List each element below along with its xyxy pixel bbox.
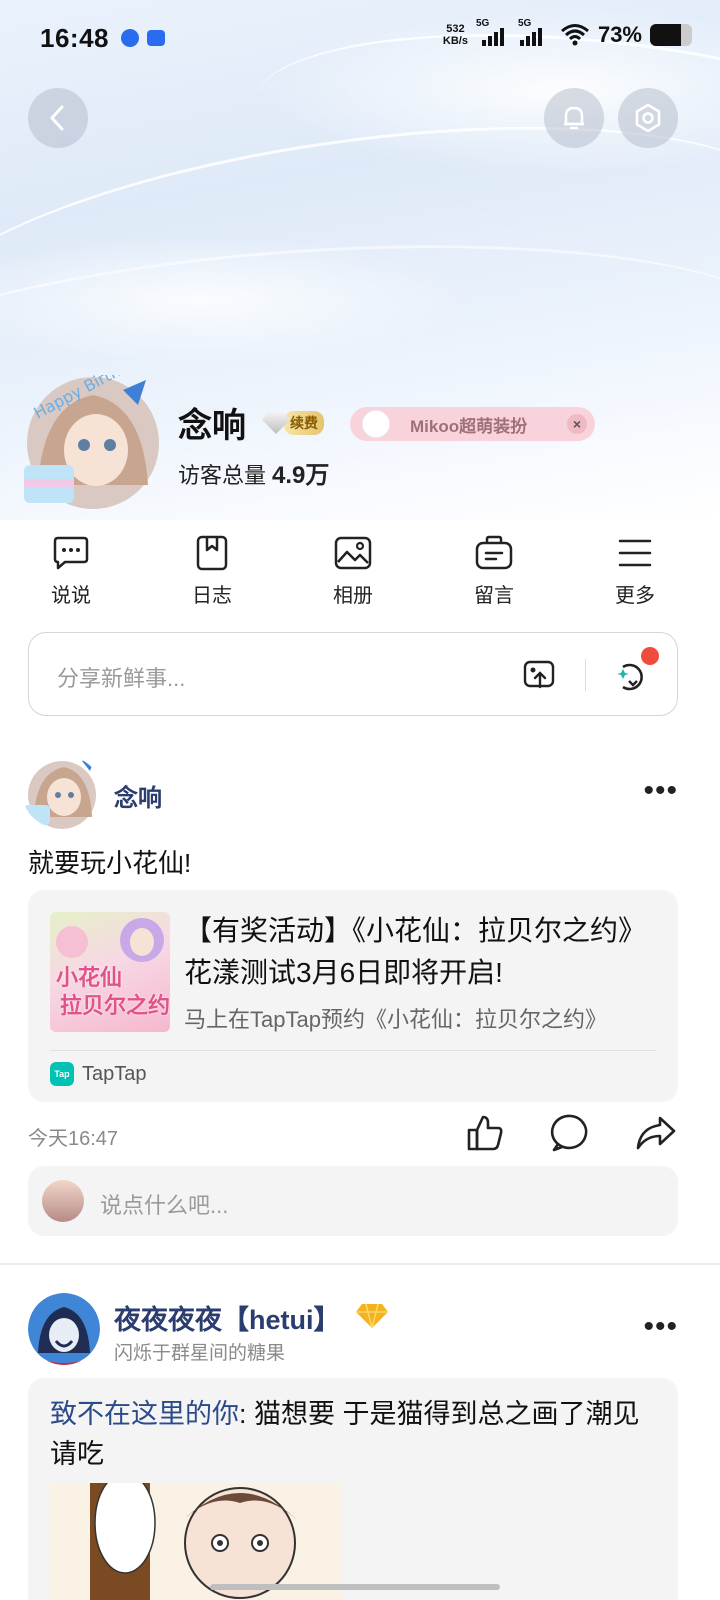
menu-icon xyxy=(618,539,652,567)
message-box-icon xyxy=(475,535,513,570)
gear-icon xyxy=(635,103,661,133)
nav-item-blog[interactable]: 日志 xyxy=(162,535,262,608)
status-bar: 16:48 532 KB/s 5G 5G 73% xyxy=(0,0,720,76)
notification-dot xyxy=(641,647,659,665)
vip-renew-label: 续费 xyxy=(284,411,324,435)
network-speed: 532 KB/s xyxy=(442,23,468,47)
share-icon[interactable] xyxy=(634,1112,678,1154)
composer-placeholder[interactable]: 分享新鲜事... xyxy=(57,661,185,693)
close-icon[interactable]: × xyxy=(567,414,587,434)
divider xyxy=(0,1263,720,1265)
repost-text: 致不在这里的你: 猫想要 于是猫得到总之画了潮见 请吃 xyxy=(50,1399,640,1469)
nav-item-album[interactable]: 相册 xyxy=(303,535,403,608)
battery-percent: 73% xyxy=(597,22,642,47)
taptap-logo-icon: Tap xyxy=(50,1062,74,1086)
chevron-left-icon xyxy=(49,105,64,131)
screen: 16:48 532 KB/s 5G 5G 73% Happy 念响 续费 Mik… xyxy=(0,0,720,1600)
post-author-avatar[interactable] xyxy=(22,755,102,829)
image-upload-icon[interactable] xyxy=(523,659,557,691)
repost-original-author[interactable]: 致不在这里的你 xyxy=(50,1399,239,1429)
divider xyxy=(50,1050,656,1051)
settings-button[interactable] xyxy=(618,88,678,148)
post-composer[interactable]: 分享新鲜事... xyxy=(28,632,678,716)
visitor-count[interactable]: 访客总量 4.9万 xyxy=(178,455,329,490)
signal-icon: 5G xyxy=(476,18,510,46)
repost-image[interactable] xyxy=(50,1483,342,1600)
my-avatar xyxy=(42,1180,84,1222)
signal-icon: 5G xyxy=(518,18,552,46)
comment-placeholder[interactable]: 说点什么吧... xyxy=(100,1188,228,1220)
notification-app-icon xyxy=(121,29,139,47)
bookmark-icon xyxy=(196,535,228,571)
image-icon xyxy=(334,536,372,570)
post-text: 就要玩小花仙! xyxy=(28,848,192,878)
wifi-icon xyxy=(560,24,589,46)
profile-avatar[interactable]: Happy Birthday xyxy=(18,347,168,510)
profile-name: 念响 xyxy=(178,407,246,445)
back-button[interactable] xyxy=(28,88,88,148)
shared-link-card[interactable]: 小花仙 拉贝尔之约 【有奖活动】《小花仙：拉贝尔之约》花漾测试3月6日即将开启!… xyxy=(28,890,678,1102)
diamond-icon xyxy=(356,1303,388,1329)
post-author-name[interactable]: 夜夜夜夜【hetui】 xyxy=(114,1298,341,1337)
home-indicator[interactable] xyxy=(210,1584,500,1590)
feature-nav: 说说 日志 相册 留言 更多 xyxy=(0,535,720,615)
nav-item-shuoshuo[interactable]: 说说 xyxy=(21,535,121,608)
divider xyxy=(585,659,586,691)
comment-input[interactable]: 说点什么吧... xyxy=(28,1166,678,1236)
repost-card[interactable]: 致不在这里的你: 猫想要 于是猫得到总之画了潮见 请吃 xyxy=(28,1378,678,1600)
shared-link-description: 马上在TapTap预约《小花仙：拉贝尔之约》 xyxy=(184,1007,607,1032)
mascot-icon xyxy=(362,410,390,438)
nav-item-more[interactable]: 更多 xyxy=(585,535,685,608)
shared-link-title: 【有奖活动】《小花仙：拉贝尔之约》花漾测试3月6日即将开启! xyxy=(184,915,647,988)
comment-icon[interactable] xyxy=(550,1112,592,1154)
shared-link-thumbnail: 小花仙 拉贝尔之约 xyxy=(50,912,170,1032)
decor-promo-label: Mikoo超萌装扮 xyxy=(410,416,528,436)
post-author-avatar[interactable] xyxy=(28,1293,100,1365)
notifications-button[interactable] xyxy=(544,88,604,148)
vip-badge[interactable]: 续费 xyxy=(262,410,324,436)
clock: 16:48 xyxy=(40,22,109,53)
post-more-button[interactable]: ••• xyxy=(643,776,678,806)
battery-icon xyxy=(650,24,692,46)
decor-promo-pill[interactable]: Mikoo超萌装扮 × xyxy=(350,407,595,441)
chat-bubble-icon xyxy=(53,536,89,570)
post-author-name[interactable]: 念响 xyxy=(114,778,162,813)
nav-item-message-board[interactable]: 留言 xyxy=(444,535,544,608)
post-timestamp: 今天16:47 xyxy=(28,1128,119,1150)
like-icon[interactable] xyxy=(464,1112,506,1154)
shared-link-source: Tap TapTap xyxy=(50,1062,147,1086)
bell-icon xyxy=(564,106,584,130)
author-signature: 闪烁于群星间的糖果 xyxy=(114,1343,286,1364)
post-more-button[interactable]: ••• xyxy=(643,1312,678,1342)
notification-app-icon xyxy=(147,30,165,46)
